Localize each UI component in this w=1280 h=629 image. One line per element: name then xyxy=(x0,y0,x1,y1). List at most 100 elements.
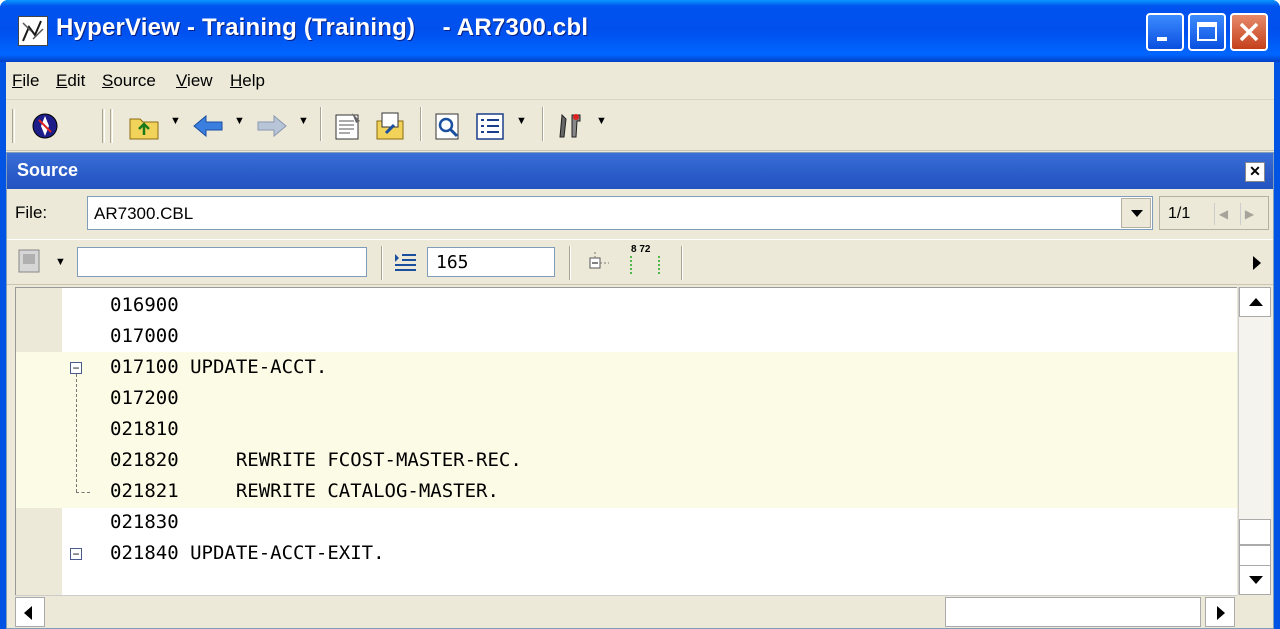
pager-next-icon[interactable]: ▶ xyxy=(1240,203,1258,225)
forward-arrow-icon xyxy=(257,114,287,138)
code-line[interactable]: 021830 xyxy=(16,507,1237,539)
tools-icon xyxy=(559,113,581,138)
arrow-down-icon xyxy=(1249,576,1263,584)
file-select[interactable]: AR7300.CBL xyxy=(87,196,1153,230)
client-area: File Edit Source View Help ▼ ▼ ▼ ▼ ▼ Sou… xyxy=(6,62,1274,629)
tools-dropdown-icon[interactable]: ▼ xyxy=(596,115,607,127)
find-icon xyxy=(435,113,459,140)
vertical-scrollbar[interactable] xyxy=(1238,287,1271,595)
toolbar-separator-2 xyxy=(420,107,422,141)
code-toolbar-separator-3 xyxy=(681,246,683,280)
back-button[interactable] xyxy=(190,109,228,143)
fold-collapse-icon[interactable]: − xyxy=(70,548,82,560)
scroll-right-button[interactable] xyxy=(1205,597,1235,627)
back-dropdown-icon[interactable]: ▼ xyxy=(234,115,245,127)
menu-help[interactable]: Help xyxy=(230,71,265,91)
line-number-value: 165 xyxy=(436,252,469,273)
code-line-text: 017200 xyxy=(110,387,179,409)
file-select-dropdown-button[interactable] xyxy=(1121,198,1151,228)
hyperview-app-icon[interactable] xyxy=(18,16,48,46)
fold-collapse-icon[interactable]: − xyxy=(70,362,82,374)
code-line-text: 021821 REWRITE CATALOG-MASTER. xyxy=(110,480,499,502)
scroll-up-button[interactable] xyxy=(1239,287,1271,317)
code-object-icon xyxy=(18,249,40,273)
code-line-text: 017100 UPDATE-ACCT. xyxy=(110,356,328,378)
code-toolbar: ▼ 165 8 72 xyxy=(7,239,1273,285)
pager-prev-icon[interactable]: ◀ xyxy=(1214,203,1232,225)
code-object-button[interactable] xyxy=(13,245,47,279)
folder-up-dropdown-icon[interactable]: ▼ xyxy=(170,115,181,127)
code-line[interactable]: 017000 xyxy=(16,321,1237,353)
folder-up-button[interactable] xyxy=(126,109,164,143)
horizontal-scrollbar[interactable] xyxy=(15,595,1237,627)
list-view-dropdown-icon[interactable]: ▼ xyxy=(516,115,527,127)
fold-guide-line xyxy=(76,374,77,492)
code-line-text: 021830 xyxy=(110,511,179,533)
toolbar-grip-2[interactable] xyxy=(102,109,105,143)
line-number-input[interactable]: 165 xyxy=(427,247,555,277)
code-line[interactable]: 017200 xyxy=(16,383,1237,415)
fold-guide-end xyxy=(76,492,90,493)
scroll-track-block[interactable] xyxy=(1239,519,1271,545)
code-line-text: 021820 REWRITE FCOST-MASTER-REC. xyxy=(110,449,522,471)
file-row: File: AR7300.CBL 1/1 ◀ ▶ xyxy=(7,189,1273,237)
pager-text: 1/1 xyxy=(1168,205,1191,222)
code-line-text: 021810 xyxy=(110,418,179,440)
code-search-input[interactable] xyxy=(77,247,367,277)
code-line-text: 017000 xyxy=(110,325,179,347)
arrow-up-icon xyxy=(1249,298,1263,306)
minimize-button[interactable] xyxy=(1146,13,1184,51)
code-line[interactable]: − 017100 UPDATE-ACCT. xyxy=(16,352,1237,384)
edit-doc-icon xyxy=(376,112,404,140)
forward-button[interactable] xyxy=(254,109,292,143)
code-line[interactable]: 021820 REWRITE FCOST-MASTER-REC. xyxy=(16,445,1237,477)
window-title: HyperView - Training (Training) - AR7300… xyxy=(56,14,589,41)
toolbar-grip-3[interactable] xyxy=(110,109,113,143)
hscroll-thumb[interactable] xyxy=(945,597,1201,627)
code-line[interactable]: − 021840 UPDATE-ACCT-EXIT. xyxy=(16,538,1237,570)
source-panel-header[interactable]: Source ✕ xyxy=(7,153,1273,189)
title-bar[interactable]: HyperView - Training (Training) - AR7300… xyxy=(0,0,1280,62)
code-object-dropdown-icon[interactable]: ▼ xyxy=(55,256,66,268)
code-line[interactable]: 021821 REWRITE CATALOG-MASTER. xyxy=(16,476,1237,508)
toolbar-grip[interactable] xyxy=(12,109,15,143)
file-label: File: xyxy=(15,203,48,222)
code-editor[interactable]: 016900 017000 − 017100 UPDATE-ACCT. 017200 02… xyxy=(15,287,1237,595)
menu-edit[interactable]: Edit xyxy=(56,71,85,91)
back-arrow-icon xyxy=(193,114,223,138)
code-toolbar-more-icon[interactable] xyxy=(1247,248,1267,282)
code-toolbar-separator xyxy=(381,246,383,280)
close-icon xyxy=(1239,22,1259,42)
compass-button[interactable] xyxy=(28,109,64,143)
folder-up-icon xyxy=(129,118,159,140)
forward-dropdown-icon[interactable]: ▼ xyxy=(298,115,309,127)
source-panel: Source ✕ File: AR7300.CBL 1/1 ◀ ▶ ▼ 165 … xyxy=(6,152,1274,629)
menu-file[interactable]: File xyxy=(12,71,39,91)
edit-document-button[interactable] xyxy=(372,109,410,143)
code-line[interactable]: 016900 xyxy=(16,290,1237,322)
ruler-label: 8 72 xyxy=(631,244,651,255)
maximize-button[interactable] xyxy=(1188,13,1226,51)
code-line-text: 021840 UPDATE-ACCT-EXIT. xyxy=(110,542,385,564)
list-view-button[interactable] xyxy=(472,109,510,143)
toolbar-separator xyxy=(320,107,322,141)
properties-button[interactable] xyxy=(330,109,368,143)
chevron-down-icon xyxy=(1131,210,1143,217)
arrow-left-icon xyxy=(24,606,32,620)
menu-view[interactable]: View xyxy=(176,71,213,91)
scroll-left-button[interactable] xyxy=(15,597,45,627)
properties-icon xyxy=(335,113,360,140)
collapse-all-icon[interactable] xyxy=(587,248,611,282)
scroll-down-button[interactable] xyxy=(1239,565,1271,595)
goto-line-icon[interactable] xyxy=(391,248,421,282)
menu-source[interactable]: Source xyxy=(102,71,156,91)
code-line[interactable]: 021810 xyxy=(16,414,1237,446)
find-button[interactable] xyxy=(430,109,468,143)
code-toolbar-separator-2 xyxy=(569,246,571,280)
tools-button[interactable] xyxy=(552,109,590,143)
panel-close-icon[interactable]: ✕ xyxy=(1245,162,1265,182)
minimize-icon xyxy=(1157,37,1167,41)
ruler-margins-button[interactable]: 8 72 xyxy=(621,244,669,278)
app-window: HyperView - Training (Training) - AR7300… xyxy=(0,0,1280,629)
close-button[interactable] xyxy=(1230,13,1268,51)
